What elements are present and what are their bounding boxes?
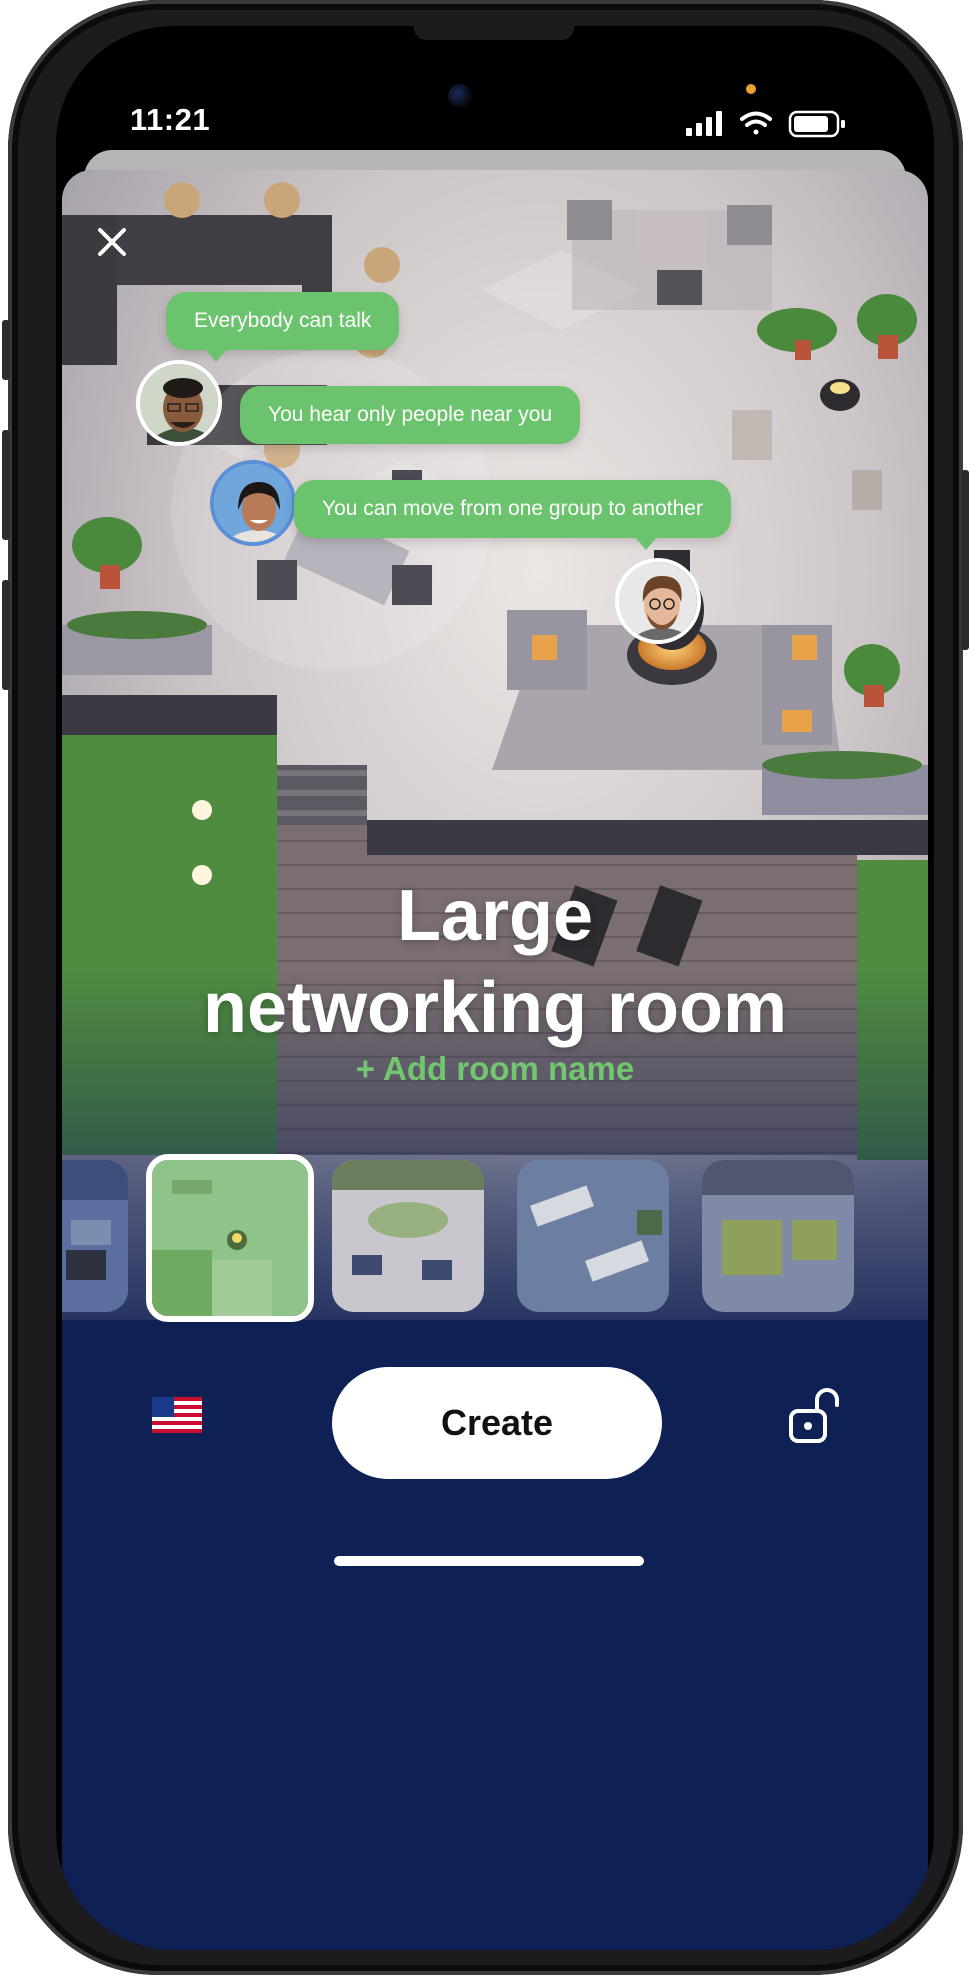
tip-bubble-hear: You hear only people near you [240,386,581,444]
room-card: Everybody can talk You hear only people … [62,170,928,1950]
tip-text: You hear only people near you [268,403,553,426]
add-room-name-link[interactable]: + Add room name [62,1050,928,1088]
home-indicator[interactable] [334,1556,644,1566]
room-template-carousel[interactable] [62,1154,928,1330]
bottom-action-bar: Create [62,1345,928,1479]
room-template-thumb-selected[interactable] [146,1154,314,1322]
battery-icon [788,110,845,138]
room-title-line: networking room [202,968,787,1048]
tip-bubble-talk: Everybody can talk [166,292,400,362]
tip-text: You can move from one group to another [322,497,703,520]
side-button [961,470,969,650]
close-icon [98,228,126,256]
tip-bubble-move: You can move from one group to another [294,480,731,550]
wifi-icon [740,111,772,135]
status-icons [686,110,856,143]
create-button[interactable]: Create [332,1367,662,1479]
room-template-thumb[interactable] [332,1160,484,1312]
privacy-toggle[interactable] [787,1385,841,1447]
camera-icon [448,84,472,108]
room-title-line: Large [396,876,594,956]
screen: 11:21 Everybody can talk You hear only p… [56,26,934,1950]
cellular-signal-icon [686,111,722,136]
status-time: 11:21 [130,102,211,137]
avatar [210,460,296,546]
phone-frame: 11:21 Everybody can talk You hear only p… [2,0,969,1975]
room-template-thumb[interactable] [702,1160,854,1312]
speaker-grill [414,26,574,40]
privacy-indicator [746,84,756,94]
tip-text: Everybody can talk [194,309,372,332]
room-template-thumb[interactable] [62,1160,128,1312]
close-button[interactable] [92,222,132,262]
side-button [2,580,10,690]
side-button [2,430,10,540]
room-template-thumb[interactable] [517,1160,669,1312]
avatar [136,360,222,446]
flag-us-icon [152,1397,202,1433]
avatar [615,558,701,644]
language-selector[interactable] [152,1397,202,1433]
unlock-icon [789,1388,839,1443]
room-title: Large networking room [62,870,928,1054]
side-button [2,320,10,380]
